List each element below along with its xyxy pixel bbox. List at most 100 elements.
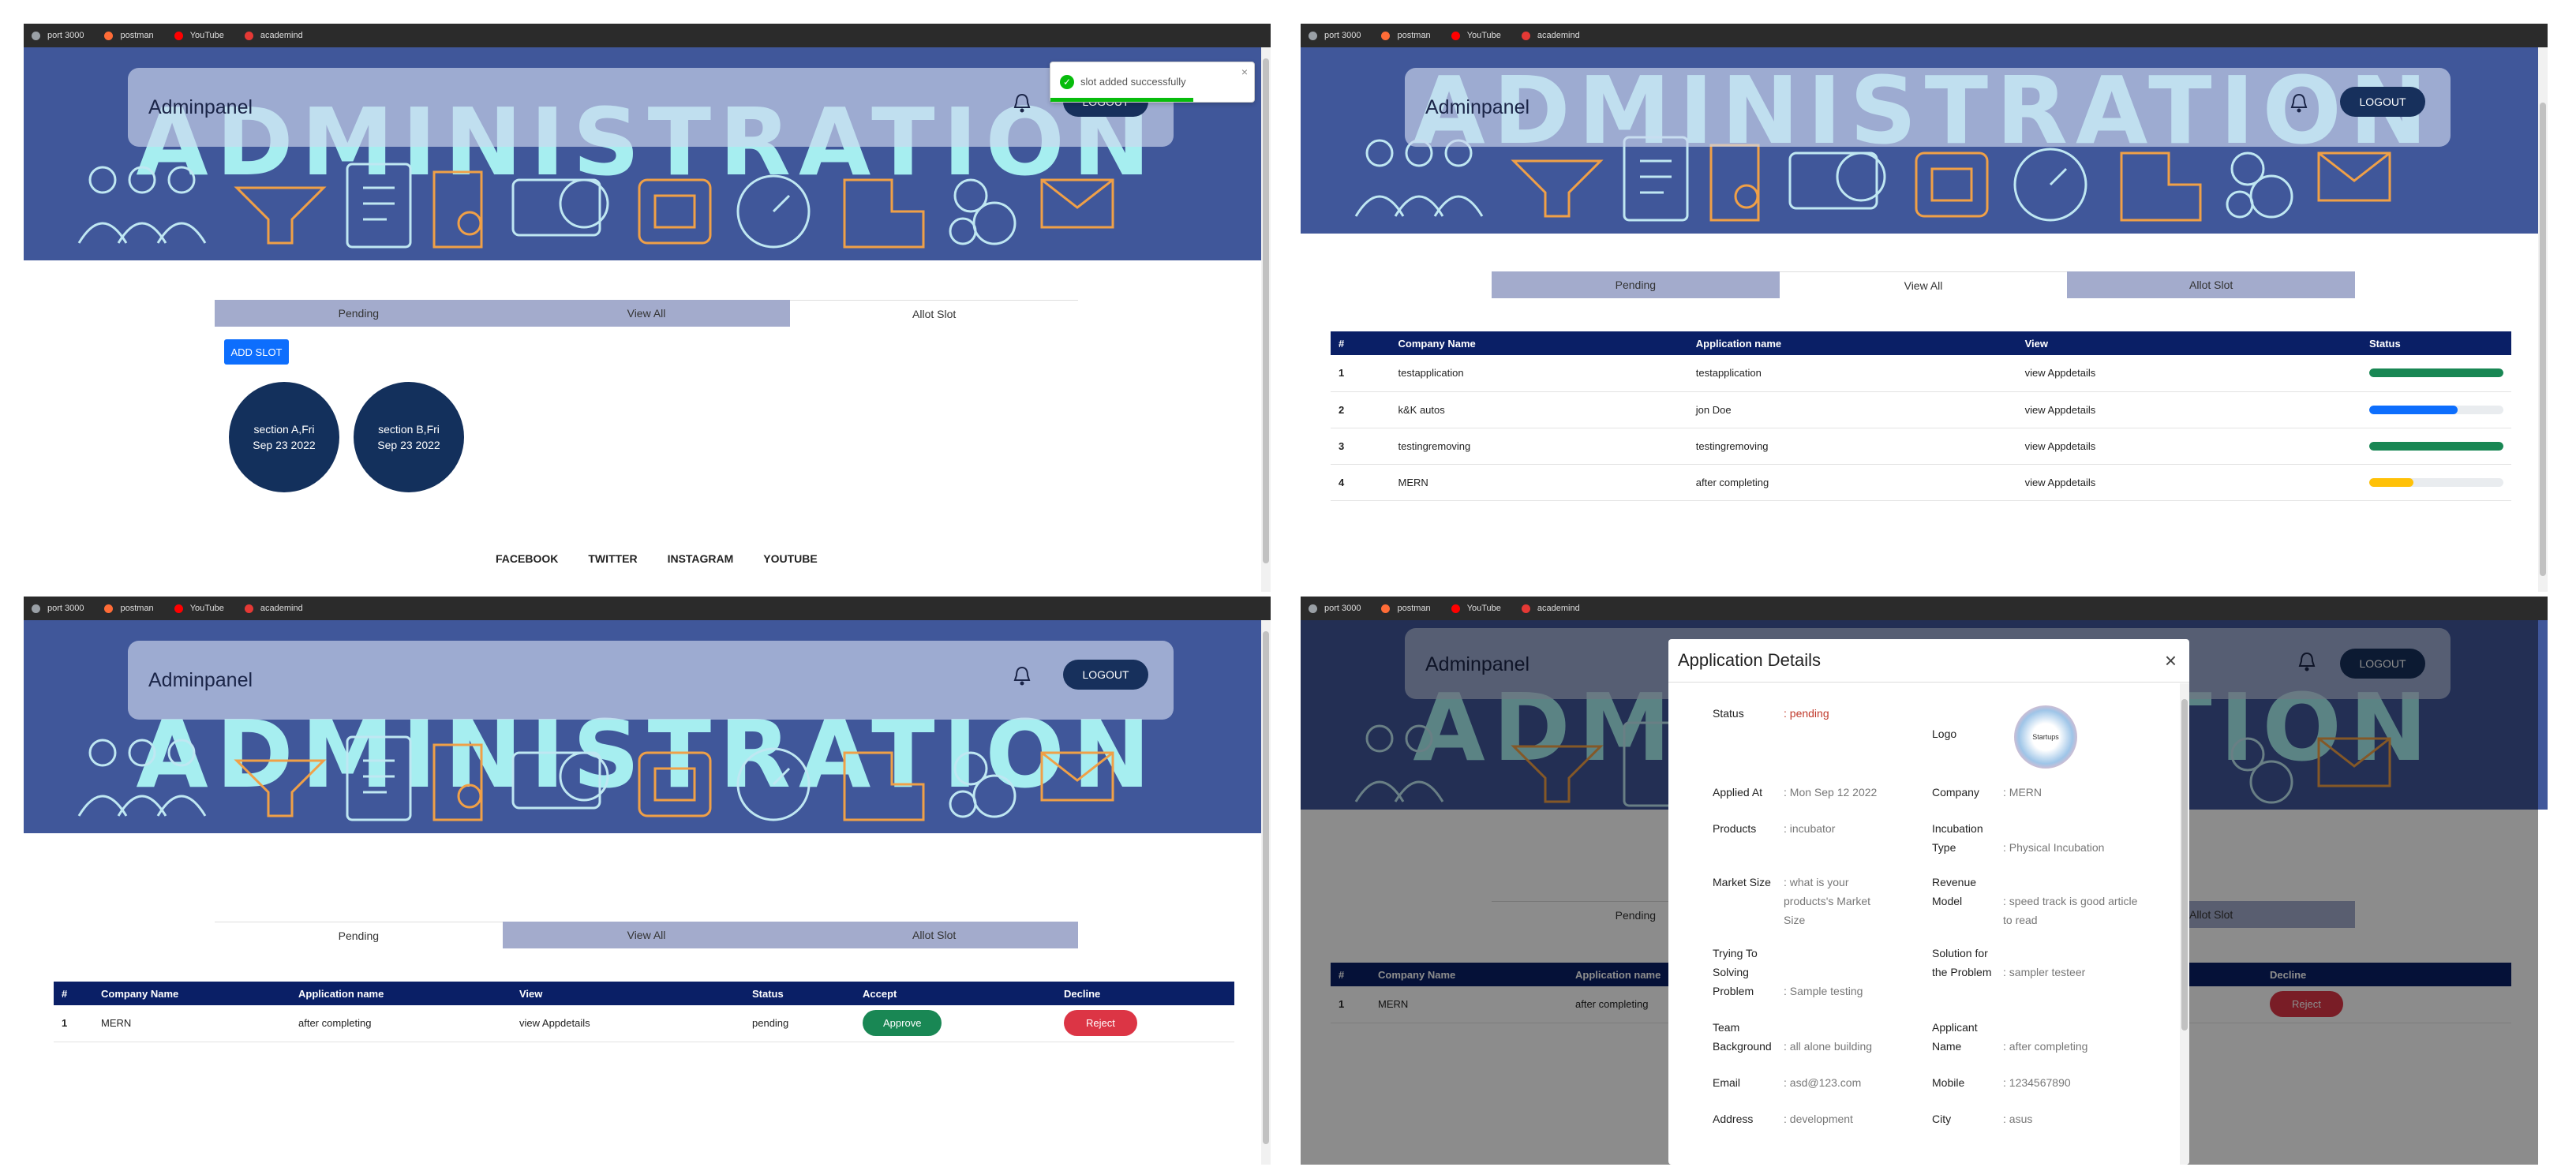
bookmark-academind[interactable]: academind — [244, 604, 303, 613]
bell-icon[interactable] — [1013, 93, 1032, 114]
tab-allot-slot[interactable]: Allot Slot — [790, 922, 1079, 948]
slot-circle[interactable]: section A,Fri Sep 23 2022 — [229, 382, 339, 492]
footer-link-facebook[interactable]: FACEBOOK — [496, 552, 558, 565]
view-appdetails-link[interactable]: view Appdetails — [2016, 355, 2361, 392]
field-value-city: : asus — [2003, 1113, 2033, 1125]
bookmark-port3000[interactable]: port 3000 — [32, 604, 84, 613]
field-label-problem: Trying To Solving Problem — [1713, 947, 1758, 997]
slot-label: section B,Fri — [378, 423, 440, 436]
col-view: View — [2016, 331, 2361, 355]
bookmark-academind[interactable]: academind — [1521, 31, 1580, 40]
scrollbar-thumb[interactable] — [1263, 58, 1269, 563]
slot-date: Sep 23 2022 — [253, 439, 316, 451]
footer-link-youtube[interactable]: YOUTUBE — [763, 552, 817, 565]
field-value-address: : development — [1784, 1113, 1853, 1125]
tab-view-all[interactable]: View All — [1779, 271, 2068, 298]
scrollbar-thumb[interactable] — [2540, 103, 2546, 576]
bell-icon[interactable] — [1013, 666, 1032, 686]
scrollbar[interactable] — [1261, 47, 1271, 592]
tab-view-all[interactable]: View All — [502, 922, 791, 948]
slot-circle[interactable]: section B,Fri Sep 23 2022 — [354, 382, 464, 492]
toast-close-icon[interactable]: × — [1241, 65, 1248, 78]
bookmark-postman[interactable]: postman — [1381, 604, 1431, 613]
field-label-market-size: Market Size — [1713, 876, 1771, 888]
row-application: testapplication — [1687, 355, 2017, 392]
youtube-icon — [1451, 604, 1460, 613]
navbar: Adminpanel LOGOUT — [128, 641, 1174, 720]
globe-icon — [32, 604, 40, 613]
tab-view-all[interactable]: View All — [502, 300, 791, 327]
field-label-team-background: Team Background — [1713, 1021, 1772, 1053]
brand-title[interactable]: Adminpanel — [148, 669, 253, 692]
tab-pending[interactable]: Pending — [215, 300, 503, 327]
status-progress — [2369, 405, 2503, 414]
screen-view-all: port 3000 postman YouTube academind ADMI… — [1301, 24, 2548, 592]
row-application: jon Doe — [1687, 391, 2017, 428]
field-label-solution: Solution for the Problem — [1932, 947, 1992, 978]
field-value-products: : incubator — [1784, 822, 1836, 835]
view-appdetails-link[interactable]: view Appdetails — [2016, 464, 2361, 501]
bookmark-port3000[interactable]: port 3000 — [1309, 604, 1361, 613]
modal-scrollbar[interactable] — [2180, 683, 2189, 1165]
scrollbar[interactable] — [1261, 620, 1271, 1165]
row-index: 1 — [54, 1005, 93, 1042]
academind-icon — [1521, 31, 1530, 40]
table-row: 4 MERN after completing view Appdetails — [1331, 464, 2511, 501]
col-status: Status — [2361, 331, 2511, 355]
view-appdetails-link[interactable]: view Appdetails — [2016, 428, 2361, 465]
field-label-status: Status — [1713, 707, 1744, 720]
bookmark-port3000[interactable]: port 3000 — [32, 31, 84, 40]
modal-scrollbar-thumb[interactable] — [2181, 699, 2188, 1030]
logout-button[interactable]: LOGOUT — [1063, 660, 1148, 690]
view-appdetails-link[interactable]: view Appdetails — [511, 1005, 744, 1042]
row-index: 1 — [1331, 355, 1391, 392]
row-company: testapplication — [1390, 355, 1688, 392]
field-value-mobile: : 1234567890 — [2003, 1076, 2071, 1089]
col-decline: Decline — [1056, 982, 1234, 1005]
status-progress-fill — [2369, 441, 2503, 451]
table-row: 1 MERN after completing view Appdetails … — [54, 1005, 1234, 1042]
bookmark-port3000[interactable]: port 3000 — [1309, 31, 1361, 40]
tab-pending[interactable]: Pending — [1492, 271, 1780, 298]
scrollbar-thumb[interactable] — [1263, 631, 1269, 1144]
field-label-city: City — [1932, 1113, 1952, 1125]
bookmark-youtube[interactable]: YouTube — [174, 604, 224, 613]
field-value-problem: : Sample testing — [1784, 985, 1863, 997]
tab-allot-slot[interactable]: Allot Slot — [790, 300, 1079, 327]
youtube-icon — [174, 31, 183, 40]
reject-button[interactable]: Reject — [1064, 1010, 1137, 1037]
tab-allot-slot[interactable]: Allot Slot — [2067, 271, 2356, 298]
brand-title[interactable]: Adminpanel — [1425, 96, 1530, 119]
row-company: testingremoving — [1390, 428, 1688, 465]
approve-button[interactable]: Approve — [863, 1010, 942, 1037]
status-progress-fill — [2369, 477, 2414, 487]
field-value-solution: : sampler testeer — [2003, 966, 2086, 978]
bell-icon[interactable] — [2290, 93, 2308, 114]
field-label-logo: Logo — [1932, 728, 1957, 740]
row-decline: Reject — [1056, 1005, 1234, 1042]
bookmark-youtube[interactable]: YouTube — [1451, 31, 1501, 40]
field-value-incubation-type: : Physical Incubation — [2003, 841, 2105, 854]
bookmark-postman[interactable]: postman — [104, 604, 154, 613]
col-application: Application name — [1687, 331, 2017, 355]
brand-title[interactable]: Adminpanel — [148, 96, 253, 119]
add-slot-button[interactable]: ADD SLOT — [224, 339, 289, 365]
bookmark-postman[interactable]: postman — [104, 31, 154, 40]
logout-button[interactable]: LOGOUT — [2340, 87, 2425, 117]
view-appdetails-link[interactable]: view Appdetails — [2016, 391, 2361, 428]
col-accept: Accept — [855, 982, 1056, 1005]
tab-bar: Pending View All Allot Slot — [215, 300, 1079, 327]
bookmark-youtube[interactable]: YouTube — [1451, 604, 1501, 613]
bookmark-youtube[interactable]: YouTube — [174, 31, 224, 40]
globe-icon — [32, 31, 40, 40]
pending-table: # Company Name Application name View Sta… — [54, 982, 1234, 1042]
footer-link-instagram[interactable]: INSTAGRAM — [668, 552, 734, 565]
bookmark-academind[interactable]: academind — [1521, 604, 1580, 613]
tab-pending[interactable]: Pending — [215, 922, 503, 948]
footer-link-twitter[interactable]: TWITTER — [588, 552, 637, 565]
scrollbar[interactable] — [2538, 47, 2548, 592]
bookmark-academind[interactable]: academind — [244, 31, 303, 40]
status-progress — [2369, 477, 2503, 487]
bookmark-postman[interactable]: postman — [1381, 31, 1431, 40]
close-icon[interactable]: × — [2165, 649, 2177, 673]
